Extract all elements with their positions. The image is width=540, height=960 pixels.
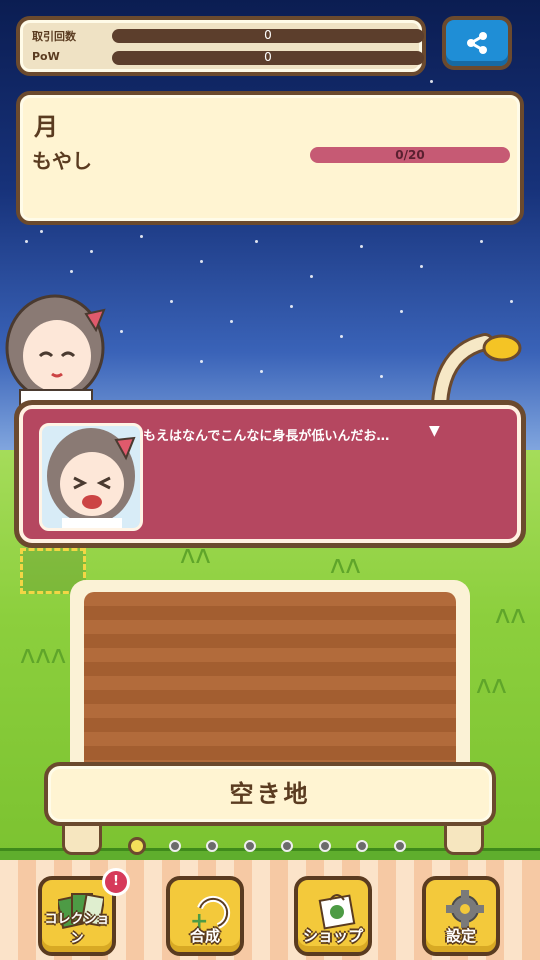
dialog-text: もえはなんでこんなに身長が低いんだお… bbox=[143, 429, 390, 444]
page-dot[interactable] bbox=[168, 840, 181, 852]
synthesis-label: 合成 bbox=[189, 927, 220, 945]
shop-button[interactable]: ショップ bbox=[294, 876, 372, 956]
plot-status-text: 空き地 bbox=[229, 780, 311, 808]
trade-count-row: 取引回数 0 bbox=[32, 28, 424, 46]
synthesis-icon: + bbox=[190, 895, 231, 930]
pow-label: PoW bbox=[32, 50, 60, 63]
settings-button[interactable]: 設定 bbox=[422, 876, 500, 956]
page-dot[interactable] bbox=[281, 840, 293, 852]
growth-progress-text: 0/20 bbox=[395, 148, 425, 162]
page-dot[interactable] bbox=[393, 840, 406, 852]
gear-icon bbox=[446, 890, 484, 928]
trade-count-value: 0 bbox=[264, 28, 272, 42]
moon-label: 月 bbox=[34, 113, 58, 141]
farm-field[interactable] bbox=[70, 580, 470, 780]
synthesis-button[interactable]: + 合成 bbox=[166, 876, 244, 956]
trade-count-label: 取引回数 bbox=[32, 30, 76, 43]
plant-name: もやし bbox=[32, 149, 92, 173]
growth-progress-bar: 0/20 bbox=[310, 147, 510, 163]
status-bar-leg-left bbox=[62, 826, 102, 855]
collection-alert-badge: ! bbox=[102, 868, 130, 896]
character-sprite bbox=[5, 294, 106, 410]
collection-label: コレクション bbox=[44, 912, 110, 946]
soil-plot[interactable] bbox=[84, 592, 456, 772]
page-dot[interactable] bbox=[243, 840, 256, 852]
page-dot[interactable] bbox=[128, 837, 146, 855]
character-portrait bbox=[39, 423, 143, 531]
page-dot[interactable] bbox=[318, 840, 331, 852]
page-dot[interactable] bbox=[356, 840, 368, 852]
counter-panel: 取引回数 0 PoW 0 bbox=[16, 16, 426, 76]
dialog-box[interactable]: もえはなんでこんなに身長が低いんだお… ▼ bbox=[14, 400, 526, 548]
page-indicator[interactable] bbox=[128, 837, 418, 855]
plant-info-panel: 月 もやし 0/20 bbox=[16, 91, 524, 225]
dialog-next-icon[interactable]: ▼ bbox=[429, 423, 440, 439]
shop-label: ショップ bbox=[302, 927, 363, 945]
page-dot[interactable] bbox=[206, 840, 218, 852]
pow-row: PoW 0 bbox=[32, 50, 424, 68]
share-button[interactable] bbox=[442, 16, 512, 70]
status-bar-leg-right bbox=[444, 826, 484, 855]
share-icon bbox=[467, 32, 487, 54]
settings-label: 設定 bbox=[445, 927, 476, 945]
shop-bag-icon bbox=[318, 894, 356, 930]
plot-status-bar: 空き地 bbox=[44, 762, 496, 826]
pow-value: 0 bbox=[264, 50, 272, 64]
